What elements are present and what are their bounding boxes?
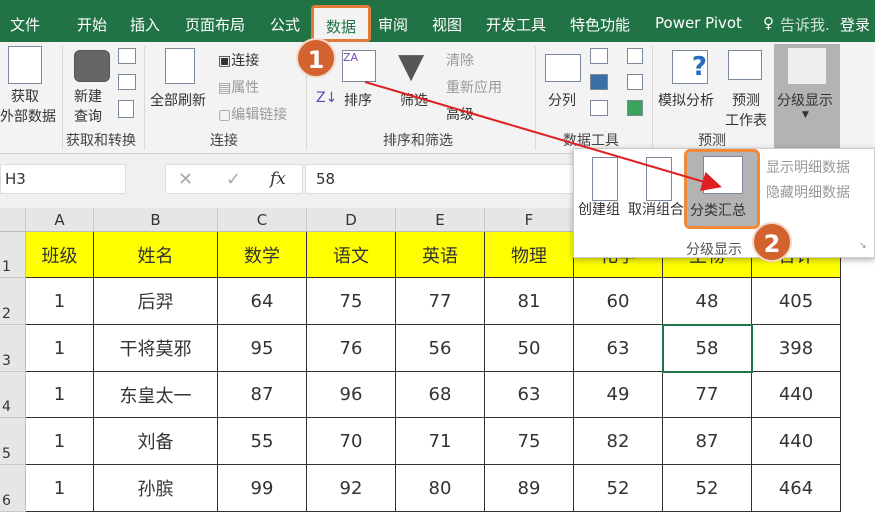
- annotation-arrow: [364, 81, 722, 192]
- step-badge-1: 1: [296, 38, 336, 78]
- step-badge-2: 2: [752, 222, 792, 262]
